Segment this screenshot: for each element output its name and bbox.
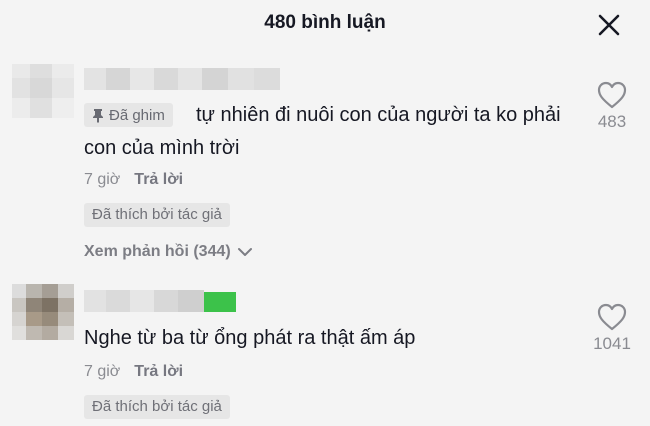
- comment-time: 7 giờ: [84, 171, 121, 188]
- heart-icon[interactable]: [596, 302, 628, 332]
- chevron-down-icon: [237, 248, 252, 256]
- comments-header: 480 bình luận: [0, 0, 650, 52]
- comment-text: Nghe từ ba từ ổng phát ra thật ấm áp: [84, 327, 416, 349]
- username-blurred[interactable]: [84, 290, 238, 312]
- like-count: 1041: [593, 334, 631, 353]
- like-count: 483: [597, 112, 627, 131]
- close-button[interactable]: [592, 10, 624, 42]
- view-replies-button[interactable]: Xem phản hồi (344): [84, 243, 253, 261]
- username-blurred[interactable]: [84, 68, 280, 90]
- like-area: 483: [582, 80, 642, 132]
- reply-button[interactable]: Trả lời: [134, 363, 183, 381]
- liked-by-author-badge: Đã thích bởi tác giả: [84, 203, 230, 227]
- comment-meta: 7 giờ Trả lời: [84, 363, 183, 381]
- comment-time: 7 giờ: [84, 363, 121, 380]
- liked-by-author-badge: Đã thích bởi tác giả: [84, 395, 230, 419]
- avatar[interactable]: [12, 284, 74, 340]
- view-replies-label: Xem phản hồi (344): [84, 243, 231, 260]
- comment-meta: 7 giờ Trả lời: [84, 171, 183, 189]
- close-icon: [598, 14, 620, 36]
- heart-icon[interactable]: [596, 80, 628, 110]
- like-area: 1041: [582, 302, 642, 354]
- comment-count-title: 480 bình luận: [264, 12, 386, 33]
- reply-button[interactable]: Trả lời: [134, 171, 183, 189]
- comment-text: tự nhiên đi nuôi con của người ta ko phả…: [84, 104, 561, 159]
- avatar[interactable]: [12, 64, 74, 118]
